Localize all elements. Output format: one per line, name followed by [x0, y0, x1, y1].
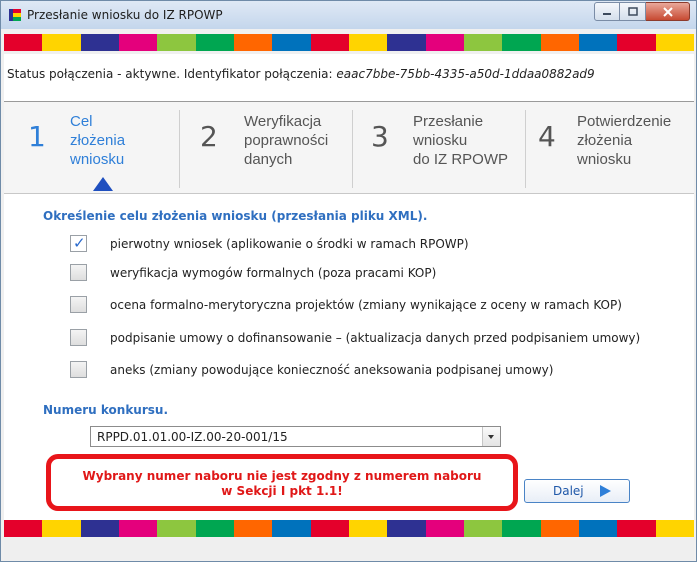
- contest-number-value: RPPD.01.01.00-IZ.00-20-001/15: [97, 430, 288, 444]
- stripe-segment: [463, 34, 503, 51]
- purpose-heading: Określenie celu złożenia wniosku (przesł…: [43, 209, 428, 223]
- stripe-segment: [387, 34, 426, 51]
- app-flag-icon: [9, 9, 21, 21]
- step-4[interactable]: 4 Potwierdzenie złożenia wniosku: [526, 102, 694, 192]
- stripe-segment: [4, 520, 43, 537]
- step-label: Weryfikacja poprawności danych: [244, 113, 329, 168]
- option-label: podpisanie umowy o dofinansowanie – (akt…: [110, 331, 641, 345]
- step-number: 1: [28, 120, 46, 153]
- stripe-segment: [425, 520, 464, 537]
- stripe-segment: [272, 520, 311, 537]
- application-window: Przesłanie wniosku do IZ RPOWP Status po…: [0, 0, 697, 562]
- stripe-segment: [42, 520, 81, 537]
- wizard-content: Status połączenia - aktywne. Identyfikat…: [4, 54, 694, 520]
- active-step-arrow-icon: [93, 177, 113, 191]
- step-2[interactable]: 2 Weryfikacja poprawności danych: [180, 102, 352, 192]
- stripe-segment: [157, 520, 196, 537]
- stripe-segment: [310, 34, 349, 51]
- maximize-icon: [627, 6, 638, 16]
- stripe-segment: [233, 520, 273, 537]
- wizard-steps: 1 Cel złożenia wniosku 2 Weryfikacja pop…: [4, 102, 694, 194]
- stripe-segment: [80, 34, 119, 51]
- connection-status: Status połączenia - aktywne. Identyfikat…: [7, 67, 595, 81]
- option-label: ocena formalno-merytoryczna projektów (z…: [110, 298, 622, 312]
- stripe-segment: [578, 34, 618, 51]
- stripe-segment: [463, 520, 503, 537]
- close-icon: [662, 6, 673, 17]
- next-button[interactable]: Dalej: [524, 479, 630, 503]
- play-arrow-icon: [600, 485, 611, 497]
- stripe-segment: [42, 34, 81, 51]
- status-text: Status połączenia - aktywne. Identyfikat…: [7, 67, 337, 81]
- window-controls: [594, 2, 690, 22]
- option-label: pierwotny wniosek (aplikowanie o środki …: [110, 237, 469, 251]
- stripe-segment: [118, 520, 158, 537]
- stripe-segment: [502, 34, 541, 51]
- step-number: 4: [538, 120, 556, 153]
- step-number: 2: [200, 120, 218, 153]
- checkbox[interactable]: ✓: [70, 234, 87, 252]
- stripe-segment: [348, 34, 388, 51]
- stripe-segment: [348, 520, 388, 537]
- step-number: 3: [371, 120, 389, 153]
- option-label: weryfikacja wymogów formalnych (poza pra…: [110, 266, 437, 280]
- checkmark-icon: ✓: [73, 234, 86, 252]
- checkbox[interactable]: [70, 296, 87, 313]
- stripe-segment: [540, 34, 579, 51]
- stripe-segment: [425, 34, 464, 51]
- window-title: Przesłanie wniosku do IZ RPOWP: [27, 8, 223, 22]
- stripe-segment: [617, 34, 656, 51]
- stripe-segment: [195, 34, 234, 51]
- status-bar: [4, 538, 694, 560]
- contest-heading: Numeru konkursu.: [43, 403, 168, 417]
- stripe-segment: [655, 34, 694, 51]
- contest-number-select[interactable]: RPPD.01.01.00-IZ.00-20-001/15: [90, 426, 501, 447]
- stripe-segment: [118, 34, 158, 51]
- option-label: aneks (zmiany powodujące konieczność ane…: [110, 363, 554, 377]
- stripe-segment: [617, 520, 656, 537]
- maximize-button[interactable]: [620, 2, 646, 21]
- stripe-segment: [4, 34, 43, 51]
- stripe-segment: [387, 520, 426, 537]
- minimize-icon: [603, 12, 611, 15]
- connection-id: eaac7bbe-75bb-4335-a50d-1ddaa0882ad9: [336, 67, 595, 81]
- color-stripe-bottom: [4, 520, 694, 537]
- step-1[interactable]: 1 Cel złożenia wniosku: [4, 102, 179, 192]
- stripe-segment: [272, 34, 311, 51]
- step-3[interactable]: 3 Przesłanie wniosku do IZ RPOWP: [353, 102, 525, 192]
- stripe-segment: [80, 520, 119, 537]
- checkbox[interactable]: [70, 361, 87, 378]
- dropdown-arrow-icon[interactable]: [482, 427, 500, 446]
- validation-error-box: Wybrany numer naboru nie jest zgodny z n…: [46, 454, 518, 511]
- stripe-segment: [310, 520, 349, 537]
- stripe-segment: [540, 520, 579, 537]
- step-label: Przesłanie wniosku do IZ RPOWP: [413, 113, 509, 168]
- error-message: Wybrany numer naboru nie jest zgodny z n…: [82, 469, 482, 498]
- stripe-segment: [502, 520, 541, 537]
- close-button[interactable]: [646, 2, 690, 21]
- title-bar: Przesłanie wniosku do IZ RPOWP: [1, 1, 696, 29]
- step-label: Cel złożenia wniosku: [70, 113, 126, 168]
- step-label: Potwierdzenie złożenia wniosku: [577, 113, 672, 168]
- stripe-segment: [655, 520, 694, 537]
- stripe-segment: [233, 34, 273, 51]
- color-stripe-top: [4, 34, 694, 51]
- next-button-label: Dalej: [553, 484, 584, 498]
- checkbox[interactable]: [70, 329, 87, 346]
- checkbox[interactable]: [70, 264, 87, 281]
- minimize-button[interactable]: [594, 2, 620, 21]
- stripe-segment: [195, 520, 234, 537]
- stripe-segment: [578, 520, 618, 537]
- stripe-segment: [157, 34, 196, 51]
